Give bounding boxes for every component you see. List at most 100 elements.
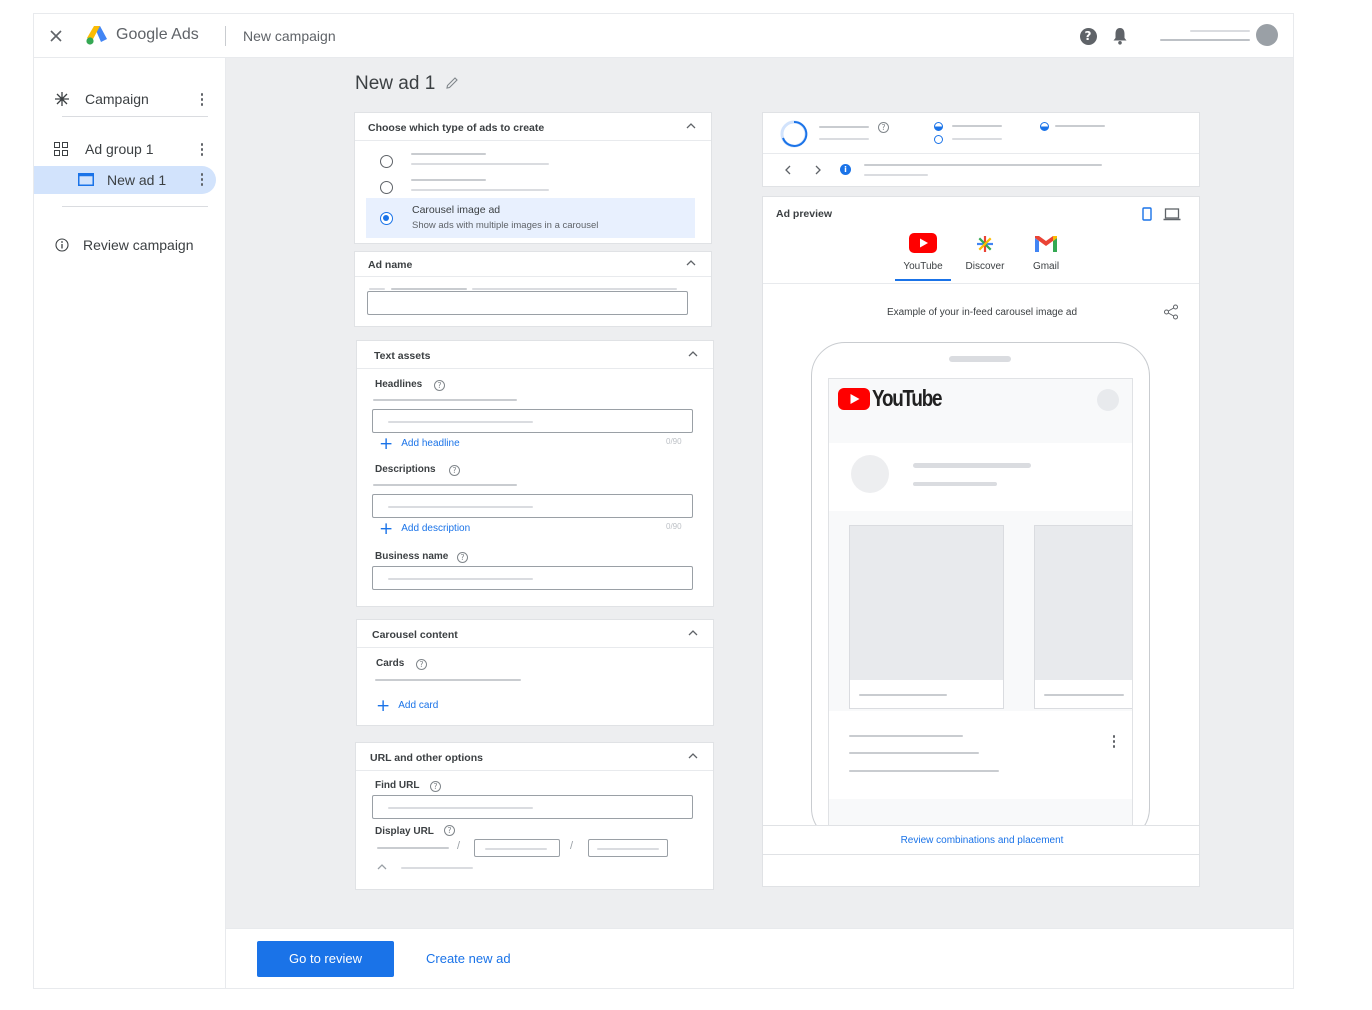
review-combinations-link[interactable]: Review combinations and placement [763,835,1199,846]
status-half-dot-icon [1040,122,1049,131]
business-name-input[interactable] [372,566,693,590]
help-icon[interactable]: ? [430,781,441,792]
ad-name-label-placeholder [369,288,385,290]
ad-type-card: Choose which type of ads to create Carou… [354,112,712,244]
url-path-separator: / [457,840,461,852]
headlines-hint-placeholder [373,399,517,401]
carousel-card-title-placeholder [859,694,947,696]
tab-label: Discover [965,261,1005,272]
carousel-card-title-placeholder [1044,694,1124,696]
desktop-device-icon[interactable] [1162,206,1182,222]
ad-type-radio-2[interactable] [380,181,393,194]
input-placeholder [388,506,533,508]
input-placeholder [388,578,533,580]
more-vert-icon[interactable] [200,143,204,157]
sidebar-item-new-ad[interactable]: New ad 1 [34,166,216,194]
add-headline-label: Add headline [401,438,460,449]
sidebar-item-ad-group[interactable]: Ad group 1 [34,134,226,164]
ad-name-input[interactable] [367,291,688,315]
google-ads-logo-icon [86,25,108,45]
chevron-up-icon[interactable] [687,348,699,360]
ad-type-radio-carousel[interactable] [380,212,393,225]
card-header[interactable]: Ad name [355,252,711,277]
tab-youtube[interactable]: YouTube [895,233,951,281]
avatar[interactable] [1256,24,1278,46]
headline-input[interactable] [372,409,693,433]
description-char-counter: 0/90 [666,522,682,531]
card-header[interactable]: Text assets [357,341,713,369]
sidebar-item-campaign[interactable]: Campaign [34,84,226,114]
ad-type-radio-1[interactable] [380,155,393,168]
notifications-bell-icon[interactable] [1109,25,1131,47]
avatar[interactable] [1097,389,1119,411]
chevron-up-icon[interactable] [687,750,699,762]
more-vert-icon[interactable] [200,173,204,187]
add-headline-button[interactable]: + Add headline [379,435,460,452]
carousel-card-1[interactable] [849,525,1004,709]
status-label-placeholder [1055,125,1105,127]
sidebar-divider [62,116,208,117]
ad-preview-title: Ad preview [776,208,833,220]
tab-active-indicator [895,279,951,281]
help-icon[interactable]: ? [878,122,889,133]
youtube-header: YouTube [829,379,1132,443]
carousel-card-2[interactable] [1034,525,1132,709]
tab-gmail[interactable]: Gmail [1019,233,1073,281]
card-header[interactable]: Carousel content [357,620,713,648]
chevron-up-icon[interactable] [685,257,697,269]
strength-divider [763,153,1199,154]
add-card-button[interactable]: + Add card [376,697,438,714]
edit-pencil-icon[interactable] [443,74,461,92]
phone-screen: YouTube [828,378,1133,848]
add-description-button[interactable]: + Add description [379,520,470,537]
sidebar-item-label: Review campaign [83,237,194,253]
create-new-ad-button[interactable]: Create new ad [426,951,511,966]
chevron-up-icon[interactable] [376,861,388,873]
channel-subtitle-placeholder [913,482,997,486]
sidebar-item-label: Ad group 1 [85,141,154,157]
more-vert-icon[interactable] [200,93,204,107]
card-header[interactable]: URL and other options [356,743,713,771]
card-title: Ad name [368,259,413,271]
help-icon[interactable]: ? [457,552,468,563]
tab-label: YouTube [903,261,943,272]
carousel-card-image [1035,526,1132,680]
display-url-path-1-input[interactable] [474,839,560,857]
display-url-path-2-input[interactable] [588,839,668,857]
more-vert-icon[interactable] [1112,735,1116,749]
ad-strength-card: ? i [762,112,1200,187]
help-icon[interactable]: ? [449,465,460,476]
topbar-divider [225,26,226,46]
chevron-up-icon[interactable] [685,120,697,132]
ad-details [829,713,1132,799]
option-title-placeholder [411,179,486,181]
chevron-left-icon[interactable] [783,165,793,175]
mobile-device-icon[interactable] [1141,206,1153,222]
ad-window-icon [78,173,94,186]
ad-preview-card: Ad preview YouTube Discover Gmail Exampl… [762,196,1200,887]
chevron-right-icon[interactable] [813,165,823,175]
help-icon[interactable]: ? [444,825,455,836]
ad-type-option-carousel[interactable]: Carousel image ad Show ads with multiple… [366,198,695,238]
close-icon[interactable] [46,26,66,46]
business-name-label: Business name [375,551,449,562]
tab-discover[interactable]: Discover [958,233,1012,281]
cards-label: Cards [376,658,405,669]
ad-name-card: Ad name [354,251,712,327]
go-to-review-button[interactable]: Go to review [257,941,394,977]
sidebar-item-label: Campaign [85,91,149,107]
option-description: Show ads with multiple images in a carou… [412,220,599,231]
help-icon[interactable]: ? [434,380,445,391]
card-header[interactable]: Choose which type of ads to create [355,113,711,141]
review-link-bar: Review combinations and placement [763,825,1199,855]
sidebar-item-review[interactable]: Review campaign [34,230,226,260]
help-icon[interactable]: ? [1077,25,1099,47]
phone-speaker [949,356,1011,362]
account-name-placeholder [1160,39,1250,41]
help-icon[interactable]: ? [416,659,427,670]
description-input[interactable] [372,494,693,518]
carousel-area [829,511,1132,711]
chevron-up-icon[interactable] [687,627,699,639]
share-icon[interactable] [1162,303,1180,321]
find-url-input[interactable] [372,795,693,819]
